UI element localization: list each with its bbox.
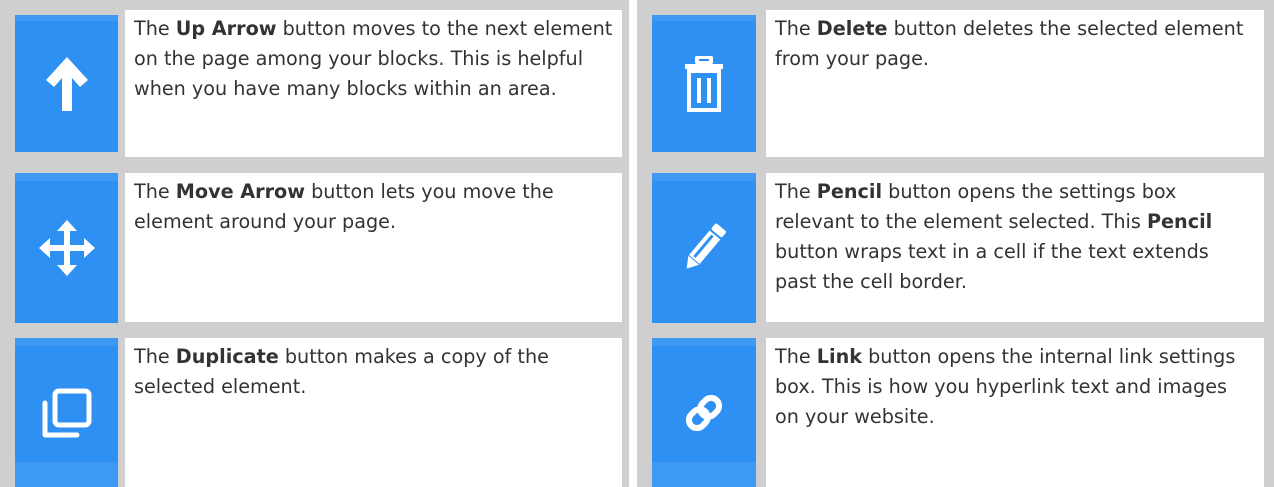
help-cell-move-arrow: The Move Arrow button lets you move the … (0, 165, 629, 330)
description-delete: The Delete button deletes the selected e… (766, 10, 1264, 157)
toolbar-help-grid: The Up Arrow button moves to the next el… (0, 0, 1274, 487)
duplicate-button[interactable] (15, 338, 118, 487)
move-arrows-icon (38, 220, 95, 276)
button-name: Delete (816, 17, 888, 40)
button-name: Move Arrow (175, 180, 305, 203)
description-move-arrow: The Move Arrow button lets you move the … (125, 173, 622, 322)
description-pencil: The Pencil button opens the settings box… (766, 173, 1264, 322)
delete-button[interactable] (652, 15, 756, 152)
help-cell-up-arrow: The Up Arrow button moves to the next el… (0, 0, 629, 165)
button-name: Up Arrow (175, 17, 277, 40)
pencil-icon (679, 221, 729, 275)
duplicate-icon (41, 387, 93, 439)
description-duplicate: The Duplicate button makes a copy of the… (125, 338, 622, 487)
help-cell-duplicate: The Duplicate button makes a copy of the… (0, 330, 629, 487)
pencil-button[interactable] (652, 173, 756, 323)
trash-icon (684, 55, 724, 112)
up-arrow-button[interactable] (15, 15, 118, 152)
description-link: The Link button opens the internal link … (766, 338, 1264, 487)
move-arrow-button[interactable] (15, 173, 118, 323)
button-name: Pencil (816, 180, 883, 203)
button-name-repeat: Pencil (1146, 210, 1213, 233)
up-arrow-icon (43, 55, 91, 113)
link-icon (682, 391, 726, 435)
button-name: Duplicate (175, 345, 279, 368)
help-cell-pencil: The Pencil button opens the settings box… (637, 165, 1274, 330)
description-up-arrow: The Up Arrow button moves to the next el… (125, 10, 622, 157)
help-cell-delete: The Delete button deletes the selected e… (637, 0, 1274, 165)
link-button[interactable] (652, 338, 756, 487)
help-cell-link: The Link button opens the internal link … (637, 330, 1274, 487)
button-name: Link (816, 345, 863, 368)
